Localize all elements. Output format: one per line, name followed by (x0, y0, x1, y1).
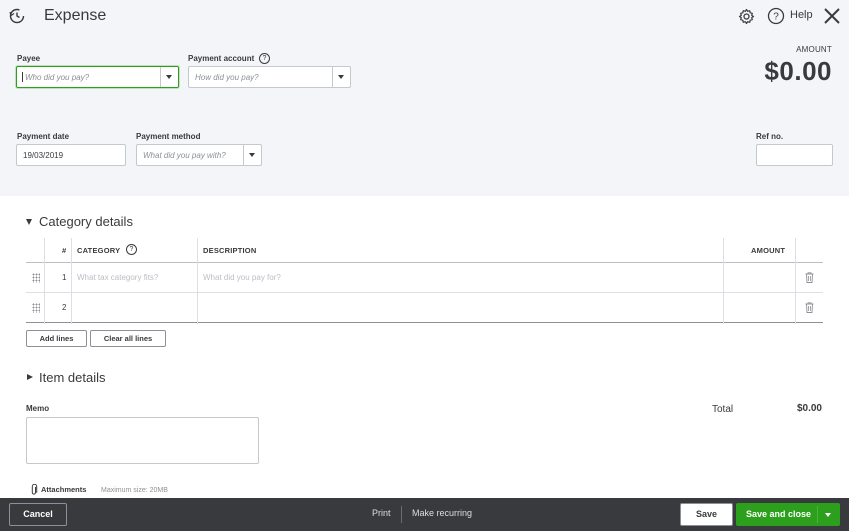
payment-method-field[interactable]: What did you pay with? (136, 144, 262, 166)
cancel-button[interactable]: Cancel (9, 503, 67, 526)
column-divider (723, 238, 724, 324)
col-num: # (62, 246, 67, 255)
clear-all-lines-button[interactable]: Clear all lines (90, 330, 166, 347)
chevron-down-icon[interactable] (825, 513, 831, 517)
payment-date-value: 19/03/2019 (23, 151, 64, 160)
chevron-down-icon[interactable] (243, 145, 261, 165)
svg-text:?: ? (773, 12, 779, 23)
payee-field[interactable]: Who did you pay? (16, 66, 179, 88)
memo-label: Memo (26, 404, 50, 413)
row-number: 1 (62, 273, 67, 282)
trash-icon[interactable] (805, 302, 814, 313)
recent-transactions-icon[interactable] (8, 7, 26, 25)
footer-bar: Cancel Print Make recurring Save Save an… (0, 498, 849, 531)
chevron-down-icon[interactable] (332, 67, 350, 87)
item-details-toggle[interactable]: Item details (39, 370, 105, 385)
total-value: $0.00 (796, 403, 822, 414)
category-details-toggle[interactable]: Category details (39, 214, 133, 229)
payment-method-placeholder: What did you pay with? (143, 151, 226, 160)
close-icon[interactable] (823, 7, 841, 25)
add-lines-button[interactable]: Add lines (26, 330, 87, 347)
split-divider (817, 506, 818, 523)
help-icon[interactable]: ? (767, 7, 785, 25)
help-link[interactable]: Help (790, 9, 813, 21)
chevron-down-icon[interactable] (160, 67, 178, 87)
paperclip-icon (31, 484, 38, 495)
payment-date-field[interactable]: 19/03/2019 (16, 144, 126, 166)
question-icon[interactable]: ? (259, 53, 270, 64)
save-and-close-button[interactable]: Save and close (736, 503, 840, 526)
chevron-down-icon[interactable] (26, 219, 32, 225)
footer-divider (401, 506, 402, 523)
page-title: Expense (44, 7, 107, 24)
drag-handle-icon[interactable] (32, 273, 40, 283)
total-label: Total (712, 404, 734, 415)
caret-right-icon[interactable] (27, 374, 33, 380)
table-header: # CATEGORY ? DESCRIPTION AMOUNT (26, 238, 823, 263)
table-row[interactable]: 1 What tax category fits? What did you p… (26, 263, 823, 293)
make-recurring-link[interactable]: Make recurring (412, 508, 472, 518)
category-table: # CATEGORY ? DESCRIPTION AMOUNT 1 What t… (26, 238, 823, 324)
ref-no-label: Ref no. (756, 132, 784, 141)
column-divider (795, 238, 796, 324)
header-region (0, 0, 849, 196)
amount-label: AMOUNT (796, 45, 832, 54)
description-cell[interactable]: What did you pay for? (203, 273, 281, 282)
col-amount: AMOUNT (751, 246, 786, 255)
payee-placeholder: Who did you pay? (25, 73, 90, 82)
text-cursor (22, 72, 23, 82)
trash-icon[interactable] (805, 272, 814, 283)
drag-handle-icon[interactable] (32, 303, 40, 313)
ref-no-field[interactable] (756, 144, 833, 166)
amount-value: $0.00 (764, 56, 832, 86)
payment-account-field[interactable]: How did you pay? (188, 66, 351, 88)
attachments-max-size: Maximum size: 20MB (101, 487, 168, 494)
row-number: 2 (62, 303, 67, 312)
payment-method-label: Payment method (136, 132, 201, 141)
question-icon[interactable]: ? (126, 244, 137, 255)
column-divider (71, 238, 72, 324)
print-link[interactable]: Print (372, 508, 391, 518)
memo-textarea[interactable] (26, 417, 259, 464)
table-row[interactable]: 2 (26, 293, 823, 323)
payment-account-placeholder: How did you pay? (195, 73, 259, 82)
column-divider (197, 238, 198, 324)
save-button[interactable]: Save (680, 503, 733, 526)
payment-date-label: Payment date (17, 132, 70, 141)
col-category: CATEGORY (77, 246, 121, 255)
column-divider (44, 238, 45, 324)
save-and-close-label: Save and close (746, 509, 812, 519)
attachments-label[interactable]: Attachments (41, 485, 86, 494)
col-description: DESCRIPTION (203, 246, 257, 255)
category-cell[interactable]: What tax category fits? (77, 273, 158, 282)
gear-icon[interactable] (738, 8, 755, 25)
payee-label: Payee (17, 54, 41, 63)
payment-account-label: Payment account (188, 54, 255, 63)
